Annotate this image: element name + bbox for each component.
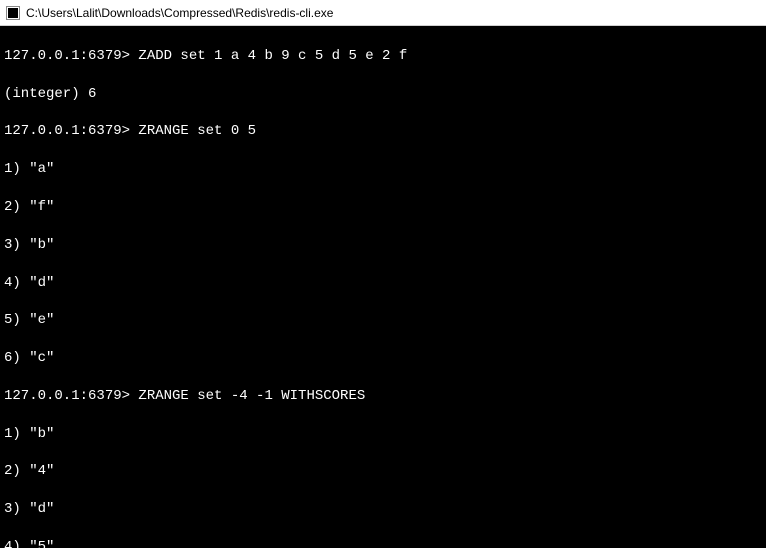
terminal-line: 4) "d": [4, 274, 762, 293]
terminal-line: 127.0.0.1:6379> ZRANGE set 0 5: [4, 122, 762, 141]
terminal-line: 127.0.0.1:6379> ZADD set 1 a 4 b 9 c 5 d…: [4, 47, 762, 66]
app-icon: [6, 6, 20, 20]
terminal-line: 4) "5": [4, 538, 762, 548]
terminal-line: 127.0.0.1:6379> ZRANGE set -4 -1 WITHSCO…: [4, 387, 762, 406]
terminal-output[interactable]: 127.0.0.1:6379> ZADD set 1 a 4 b 9 c 5 d…: [0, 26, 766, 548]
terminal-line: (integer) 6: [4, 85, 762, 104]
terminal-line: 5) "e": [4, 311, 762, 330]
terminal-line: 3) "d": [4, 500, 762, 519]
window-title: C:\Users\Lalit\Downloads\Compressed\Redi…: [26, 6, 333, 20]
window-titlebar[interactable]: C:\Users\Lalit\Downloads\Compressed\Redi…: [0, 0, 766, 26]
terminal-line: 1) "a": [4, 160, 762, 179]
terminal-line: 6) "c": [4, 349, 762, 368]
terminal-line: 1) "b": [4, 425, 762, 444]
terminal-line: 2) "f": [4, 198, 762, 217]
terminal-line: 3) "b": [4, 236, 762, 255]
terminal-line: 2) "4": [4, 462, 762, 481]
